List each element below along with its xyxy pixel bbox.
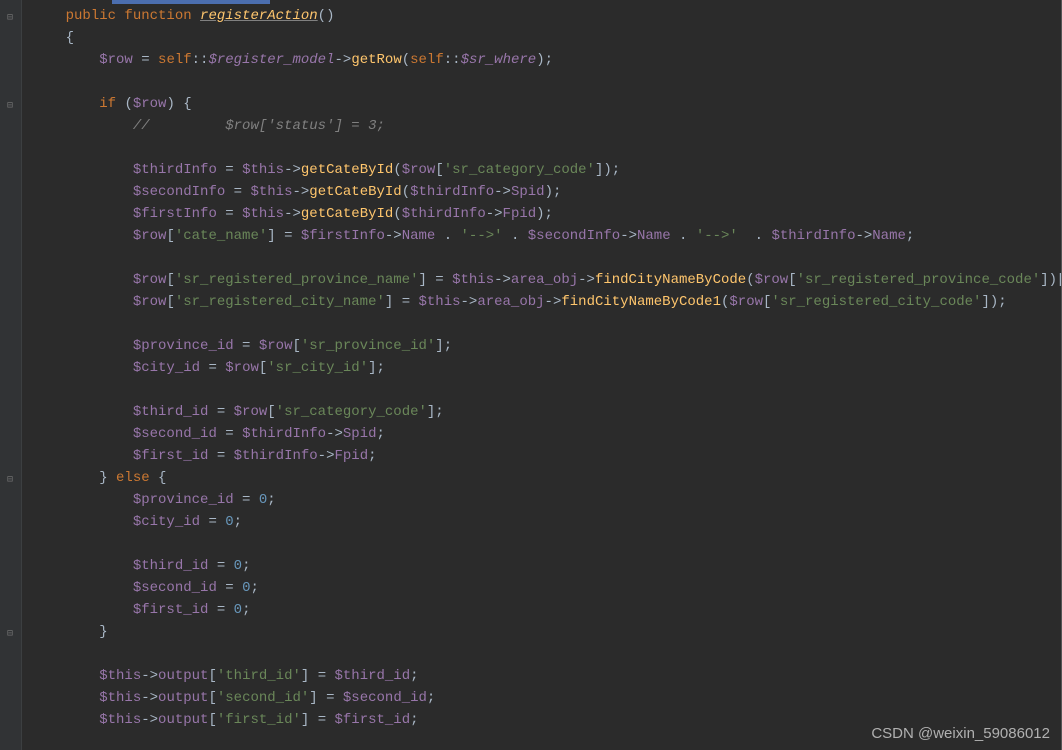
- code-line[interactable]: {: [32, 27, 1061, 49]
- code-line[interactable]: $second_id = $thirdInfo->Spid;: [32, 423, 1061, 445]
- code-line[interactable]: $thirdInfo = $this->getCateById($row['sr…: [32, 159, 1061, 181]
- code-line[interactable]: $province_id = 0;: [32, 489, 1061, 511]
- fold-icon[interactable]: ⊟: [4, 100, 16, 112]
- code-line[interactable]: [32, 379, 1061, 401]
- code-line[interactable]: [32, 643, 1061, 665]
- fold-icon[interactable]: ⊟: [4, 12, 16, 24]
- code-line[interactable]: $row['sr_registered_city_name'] = $this-…: [32, 291, 1061, 313]
- code-line[interactable]: $row['cate_name'] = $firstInfo->Name . '…: [32, 225, 1061, 247]
- code-line[interactable]: [32, 71, 1061, 93]
- fold-icon[interactable]: ⊟: [4, 628, 16, 640]
- code-line[interactable]: $third_id = 0;: [32, 555, 1061, 577]
- code-line[interactable]: $city_id = 0;: [32, 511, 1061, 533]
- code-line[interactable]: public function registerAction(): [32, 5, 1061, 27]
- code-line[interactable]: [32, 533, 1061, 555]
- code-line[interactable]: if ($row) {: [32, 93, 1061, 115]
- gutter[interactable]: ⊟ ⊟ ⊟ ⊟: [0, 0, 22, 750]
- watermark: CSDN @weixin_59086012: [871, 725, 1050, 742]
- code-line[interactable]: }: [32, 621, 1061, 643]
- code-line[interactable]: $secondInfo = $this->getCateById($thirdI…: [32, 181, 1061, 203]
- code-line[interactable]: $this->output['third_id'] = $third_id;: [32, 665, 1061, 687]
- code-line[interactable]: [32, 247, 1061, 269]
- code-line[interactable]: $city_id = $row['sr_city_id'];: [32, 357, 1061, 379]
- fold-icon[interactable]: ⊟: [4, 474, 16, 486]
- code-line[interactable]: // $row['status'] = 3;: [32, 115, 1061, 137]
- code-line[interactable]: } else {: [32, 467, 1061, 489]
- editor-container: ⊟ ⊟ ⊟ ⊟ public function registerAction() { …: [0, 0, 1062, 750]
- code-line[interactable]: $this->output['second_id'] = $second_id;: [32, 687, 1061, 709]
- code-line[interactable]: [32, 313, 1061, 335]
- code-line[interactable]: $firstInfo = $this->getCateById($thirdIn…: [32, 203, 1061, 225]
- code-line[interactable]: $first_id = 0;: [32, 599, 1061, 621]
- code-line[interactable]: $second_id = 0;: [32, 577, 1061, 599]
- code-line[interactable]: $row = self::$register_model->getRow(sel…: [32, 49, 1061, 71]
- code-line[interactable]: $third_id = $row['sr_category_code'];: [32, 401, 1061, 423]
- code-area[interactable]: public function registerAction() { $row …: [22, 0, 1062, 750]
- code-line[interactable]: [32, 137, 1061, 159]
- code-line[interactable]: $first_id = $thirdInfo->Fpid;: [32, 445, 1061, 467]
- code-line[interactable]: $province_id = $row['sr_province_id'];: [32, 335, 1061, 357]
- code-line[interactable]: $row['sr_registered_province_name'] = $t…: [32, 269, 1061, 291]
